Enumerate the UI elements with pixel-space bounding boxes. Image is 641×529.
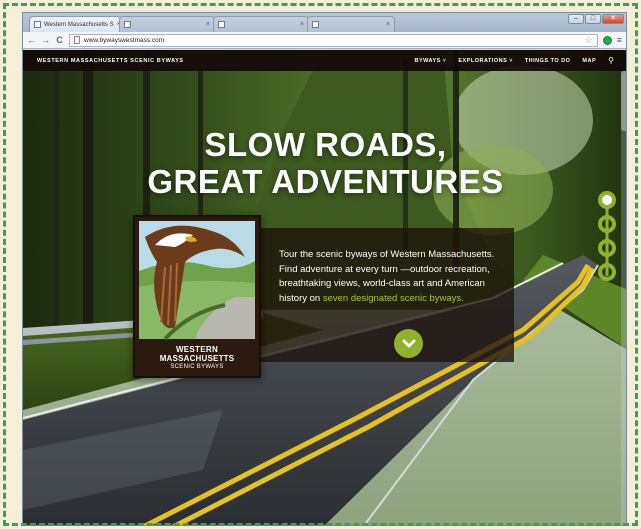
pager-dot-active[interactable] <box>598 191 616 209</box>
reload-icon[interactable]: C <box>55 35 64 45</box>
extension-icon[interactable] <box>602 35 612 45</box>
chevron-down-icon: ˅ <box>442 57 447 64</box>
tab-close-icon[interactable]: × <box>206 21 210 28</box>
logo-text-line-2: MASSACHUSETTS <box>159 354 235 363</box>
address-bar[interactable]: www.bywayswestmass.com ☆ <box>69 33 598 47</box>
tab-strip: Western Massachusetts S × × × × – □ ✕ <box>23 13 626 32</box>
browser-toolbar: ← → C www.bywayswestmass.com ☆ ≡ <box>23 32 626 49</box>
maximize-button[interactable]: □ <box>585 14 601 24</box>
back-arrow-icon[interactable]: ← <box>27 35 36 45</box>
site-brand-link[interactable]: WESTERN MASSACHUSETTS SCENIC BYWAYS <box>37 58 184 64</box>
page-favicon-icon <box>34 21 41 28</box>
logo-text-line-3: SCENIC BYWAYS <box>170 364 224 370</box>
chevron-down-icon: ˅ <box>509 57 513 64</box>
browser-menu-icon[interactable]: ≡ <box>617 35 622 45</box>
close-window-button[interactable]: ✕ <box>602 14 624 24</box>
nav-item-label: EXPLORATIONS <box>458 57 508 64</box>
forward-arrow-icon[interactable]: → <box>41 35 50 45</box>
minimize-button[interactable]: – <box>568 14 584 24</box>
logo-text-line-1: WESTERN <box>175 345 219 354</box>
byways-logo[interactable]: WESTERN MASSACHUSETTS SCENIC BYWAYS <box>133 215 261 378</box>
tab-2[interactable]: × <box>119 16 215 32</box>
tab-close-icon[interactable]: × <box>300 21 304 28</box>
page-icon <box>74 36 80 44</box>
nav-item-map[interactable]: MAP <box>582 58 596 64</box>
nav-item-explorations[interactable]: EXPLORATIONS ˅ <box>458 58 512 64</box>
intro-text: Tour the scenic byways of Western Massac… <box>279 248 499 306</box>
nav-item-things-to-do[interactable]: THINGS TO DO <box>525 58 571 64</box>
page-favicon-icon <box>218 21 225 28</box>
hero-headline-line-2: GREAT ADVENTURES <box>147 163 504 200</box>
nav-item-label: BYWAYS <box>414 57 441 64</box>
tab-title: Western Massachusetts S <box>44 21 114 28</box>
scrollbar-track[interactable] <box>621 71 626 525</box>
chevron-down-icon <box>402 339 415 347</box>
page-favicon-icon <box>124 21 131 28</box>
nav-item-byways[interactable]: BYWAYS ˅ <box>415 58 447 64</box>
page-favicon-icon <box>312 21 319 28</box>
tab-4[interactable]: × <box>307 16 395 32</box>
scrollbar-thumb[interactable] <box>621 71 626 131</box>
site-nav-links: BYWAYS ˅ EXPLORATIONS ˅ THINGS TO DO MAP… <box>415 56 614 65</box>
web-page: WESTERN MASSACHUSETTS SCENIC BYWAYS BYWA… <box>23 50 626 525</box>
address-url[interactable]: www.bywayswestmass.com <box>84 37 164 44</box>
bookmark-star-icon[interactable]: ☆ <box>585 35 593 46</box>
eagle-emblem-icon <box>139 221 255 341</box>
site-navigation-bar: WESTERN MASSACHUSETTS SCENIC BYWAYS BYWA… <box>23 50 626 71</box>
tab-close-icon[interactable]: × <box>386 21 390 28</box>
tab-active[interactable]: Western Massachusetts S × <box>29 16 121 32</box>
tab-3[interactable]: × <box>213 16 309 32</box>
hero-headline-line-1: SLOW ROADS, <box>204 126 447 163</box>
window-controls: – □ ✕ <box>568 14 624 24</box>
browser-window: Western Massachusetts S × × × × – □ ✕ ← … <box>22 12 627 526</box>
section-pager <box>598 191 616 281</box>
search-icon[interactable]: ⚲ <box>608 56 614 65</box>
scroll-down-button[interactable] <box>394 329 423 358</box>
intro-byways-link[interactable]: seven designated scenic byways. <box>323 293 464 304</box>
intro-panel: Tour the scenic byways of Western Massac… <box>261 228 514 362</box>
